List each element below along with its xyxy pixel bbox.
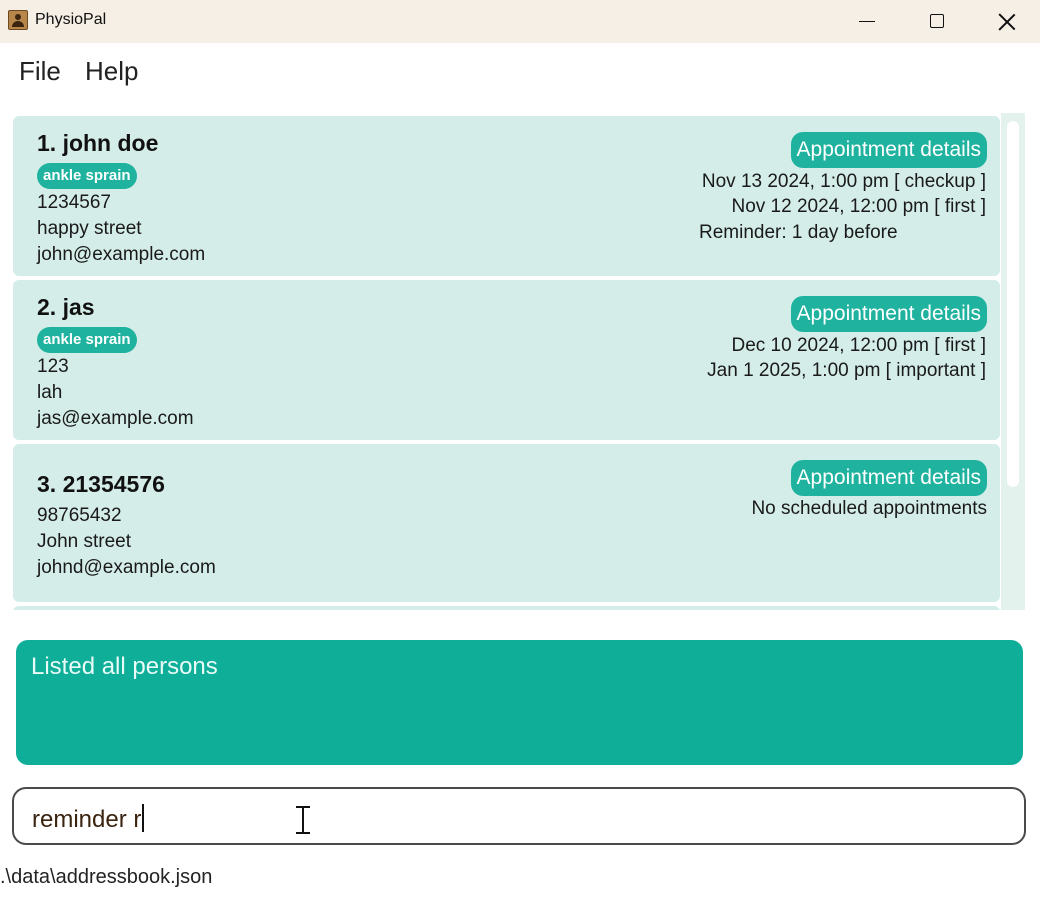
person-card-partial[interactable] bbox=[13, 606, 1000, 610]
person-address: lah bbox=[37, 382, 63, 403]
person-name: 1. john doe bbox=[37, 130, 159, 156]
result-display: Listed all persons bbox=[16, 640, 1023, 765]
person-tag: ankle sprain bbox=[37, 163, 137, 189]
appointment-details-button[interactable]: Appointment details bbox=[790, 460, 987, 496]
reminder-text: Reminder: 1 day before bbox=[699, 222, 898, 243]
title-bar: PhysioPal bbox=[0, 0, 1040, 43]
app-contact-icon bbox=[8, 10, 28, 30]
person-phone: 123 bbox=[37, 356, 69, 377]
close-icon bbox=[998, 13, 1016, 31]
minimize-button[interactable] bbox=[832, 0, 902, 43]
person-name: 2. jas bbox=[37, 294, 95, 320]
text-caret bbox=[142, 804, 144, 832]
command-input[interactable]: reminder r bbox=[12, 787, 1026, 845]
scrollbar-thumb[interactable] bbox=[1007, 121, 1019, 487]
no-appointments-text: No scheduled appointments bbox=[751, 498, 987, 519]
person-email: johnd@example.com bbox=[37, 557, 216, 578]
appointment-details-button[interactable]: Appointment details bbox=[790, 296, 987, 332]
person-email: jas@example.com bbox=[37, 408, 194, 429]
maximize-button[interactable] bbox=[902, 0, 972, 43]
appointment-entry: Nov 12 2024, 12:00 pm [ first ] bbox=[731, 196, 986, 217]
window-title: PhysioPal bbox=[35, 11, 107, 28]
person-card[interactable]: 1. john doe ankle sprain 1234567 happy s… bbox=[13, 116, 1000, 276]
person-address: John street bbox=[37, 531, 131, 552]
person-phone: 98765432 bbox=[37, 505, 122, 526]
person-tag: ankle sprain bbox=[37, 327, 137, 353]
status-file-path: .\data\addressbook.json bbox=[0, 866, 213, 888]
person-list[interactable]: 1. john doe ankle sprain 1234567 happy s… bbox=[10, 112, 1025, 610]
person-name: 3. 21354576 bbox=[37, 471, 165, 497]
close-button[interactable] bbox=[972, 0, 1040, 43]
appointment-entry: Nov 13 2024, 1:00 pm [ checkup ] bbox=[701, 171, 986, 192]
appointment-entry: Dec 10 2024, 12:00 pm [ first ] bbox=[731, 335, 986, 356]
appointment-details-button[interactable]: Appointment details bbox=[790, 132, 987, 168]
minimize-icon bbox=[859, 21, 875, 22]
person-email: john@example.com bbox=[37, 244, 206, 265]
menu-help[interactable]: Help bbox=[85, 56, 138, 87]
person-card[interactable]: 3. 21354576 98765432 John street johnd@e… bbox=[13, 444, 1000, 602]
result-text: Listed all persons bbox=[31, 653, 218, 680]
menu-bar: File Help bbox=[0, 44, 1040, 100]
ibeam-cursor-icon bbox=[296, 806, 310, 834]
person-phone: 1234567 bbox=[37, 192, 111, 213]
maximize-icon bbox=[930, 14, 944, 28]
menu-file[interactable]: File bbox=[19, 56, 61, 87]
command-text: reminder r bbox=[32, 806, 142, 833]
person-address: happy street bbox=[37, 218, 142, 239]
list-scrollbar[interactable] bbox=[1001, 113, 1025, 610]
person-card[interactable]: 2. jas ankle sprain 123 lah jas@example.… bbox=[13, 280, 1000, 440]
appointment-entry: Jan 1 2025, 1:00 pm [ important ] bbox=[707, 360, 986, 381]
